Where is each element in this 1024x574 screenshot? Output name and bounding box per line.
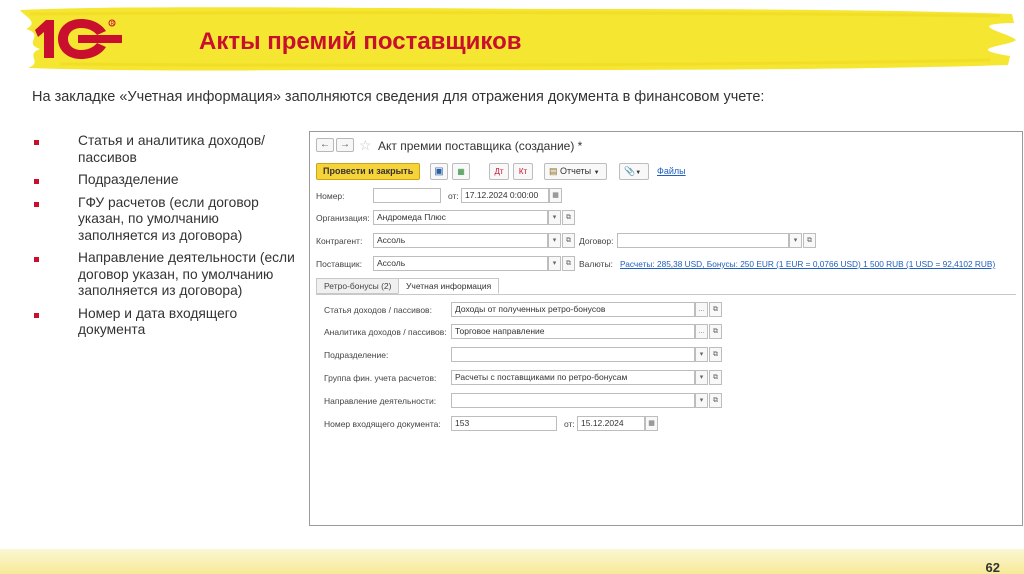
supplier-field[interactable]: Ассоль: [373, 256, 548, 271]
footer-strip: [0, 549, 1024, 574]
open-link-icon[interactable]: ⧉: [709, 324, 722, 339]
supplier-label: Поставщик:: [316, 259, 362, 269]
dropdown-icon[interactable]: ▾: [695, 347, 708, 362]
1c-logo-icon: R: [35, 19, 122, 59]
open-link-icon[interactable]: ⧉: [709, 393, 722, 408]
counterparty-field[interactable]: Ассоль: [373, 233, 548, 248]
slide-subtitle: На закладке «Учетная информация» заполня…: [32, 89, 765, 105]
bullet-item: ГФУ расчетов (если договор указан, по ум…: [34, 195, 296, 245]
open-link-icon[interactable]: ⧉: [709, 302, 722, 317]
dropdown-icon[interactable]: ▾: [548, 256, 561, 271]
files-link[interactable]: Файлы: [657, 166, 686, 176]
open-link-icon[interactable]: ⧉: [709, 347, 722, 362]
reports-menu-button[interactable]: ▤ Отчеты ▼: [544, 163, 607, 180]
incoming-number-label: Номер входящего документа:: [324, 419, 441, 429]
dropdown-icon[interactable]: ▾: [548, 233, 561, 248]
save-icon[interactable]: ▣: [430, 163, 448, 180]
income-analytics-label: Аналитика доходов / пассивов:: [324, 327, 447, 337]
incoming-number-field[interactable]: 153: [451, 416, 557, 431]
date-field[interactable]: 17.12.2024 0:00:00: [461, 188, 549, 203]
open-link-icon[interactable]: ⧉: [709, 370, 722, 385]
number-label: Номер:: [316, 191, 345, 201]
dropdown-icon[interactable]: ▾: [695, 370, 708, 385]
organization-field[interactable]: Андромеда Плюс: [373, 210, 548, 225]
post-icon[interactable]: ▦: [452, 163, 470, 180]
counterparty-label: Контрагент:: [316, 236, 363, 246]
dt-kt-report-icon[interactable]: Кт: [513, 163, 533, 180]
bullet-item: Направление деятельности (если договор у…: [34, 250, 296, 300]
open-link-icon[interactable]: ⧉: [562, 210, 575, 225]
organization-label: Организация:: [316, 213, 370, 223]
currency-settlements-link[interactable]: Расчеты: 285,38 USD, Бонусы: 250 EUR (1 …: [620, 259, 995, 269]
document-window: ← → ☆ Акт премии поставщика (создание) *…: [309, 131, 1023, 526]
chevron-down-icon: ▼: [593, 170, 600, 176]
svg-text:R: R: [111, 21, 115, 27]
open-link-icon[interactable]: ⧉: [562, 256, 575, 271]
page-number: 62: [985, 560, 1000, 574]
department-label: Подразделение:: [324, 350, 389, 360]
open-link-icon[interactable]: ⧉: [803, 233, 816, 248]
dropdown-icon[interactable]: ▾: [548, 210, 561, 225]
contract-field[interactable]: [617, 233, 789, 248]
dt-ct-movements-icon[interactable]: Дт: [489, 163, 509, 180]
currency-label: Валюты:: [579, 259, 613, 269]
tab-retro-bonuses[interactable]: Ретро-бонусы (2): [316, 278, 400, 294]
calendar-icon[interactable]: ▦: [549, 188, 562, 203]
contract-label: Договор:: [579, 236, 614, 246]
number-field[interactable]: [373, 188, 441, 203]
calendar-icon[interactable]: ▦: [645, 416, 658, 431]
chevron-down-icon: ▼: [635, 170, 642, 176]
reports-icon: ▤: [549, 166, 558, 176]
forward-button[interactable]: →: [336, 138, 354, 152]
attachment-menu-button[interactable]: 📎▼: [619, 163, 649, 180]
post-and-close-button[interactable]: Провести и закрыть: [316, 163, 421, 180]
dropdown-icon[interactable]: ▾: [695, 393, 708, 408]
incoming-date-label: от:: [564, 419, 575, 429]
activity-label: Направление деятельности:: [324, 396, 437, 406]
select-ellipsis-icon[interactable]: …: [695, 324, 708, 339]
bullet-item: Подразделение: [34, 172, 296, 189]
favorite-star-icon[interactable]: ☆: [359, 138, 372, 152]
window-title: Акт премии поставщика (создание) *: [378, 139, 583, 153]
paperclip-icon: 📎: [624, 166, 636, 176]
slide-title: Акты премий поставщиков: [199, 28, 522, 55]
bullet-item: Номер и дата входящего документа: [34, 306, 296, 339]
activity-field[interactable]: [451, 393, 695, 408]
incoming-date-field[interactable]: 15.12.2024: [577, 416, 645, 431]
department-field[interactable]: [451, 347, 695, 362]
fin-group-label: Группа фин. учета расчетов:: [324, 373, 437, 383]
tab-accounting-info[interactable]: Учетная информация: [398, 278, 500, 294]
back-button[interactable]: ←: [316, 138, 334, 152]
income-item-label: Статья доходов / пассивов:: [324, 305, 432, 315]
select-ellipsis-icon[interactable]: …: [695, 302, 708, 317]
bullet-item: Статья и аналитика доходов/пассивов: [34, 133, 296, 166]
income-analytics-field[interactable]: Торговое направление: [451, 324, 695, 339]
tab-panel-divider: [316, 294, 1016, 295]
fin-group-field[interactable]: Расчеты с поставщиками по ретро-бонусам: [451, 370, 695, 385]
dropdown-icon[interactable]: ▾: [789, 233, 802, 248]
open-link-icon[interactable]: ⧉: [562, 233, 575, 248]
bullet-list: Статья и аналитика доходов/пассивов Подр…: [34, 133, 296, 345]
income-item-field[interactable]: Доходы от полученных ретро-бонусов: [451, 302, 695, 317]
date-label: от:: [448, 191, 459, 201]
